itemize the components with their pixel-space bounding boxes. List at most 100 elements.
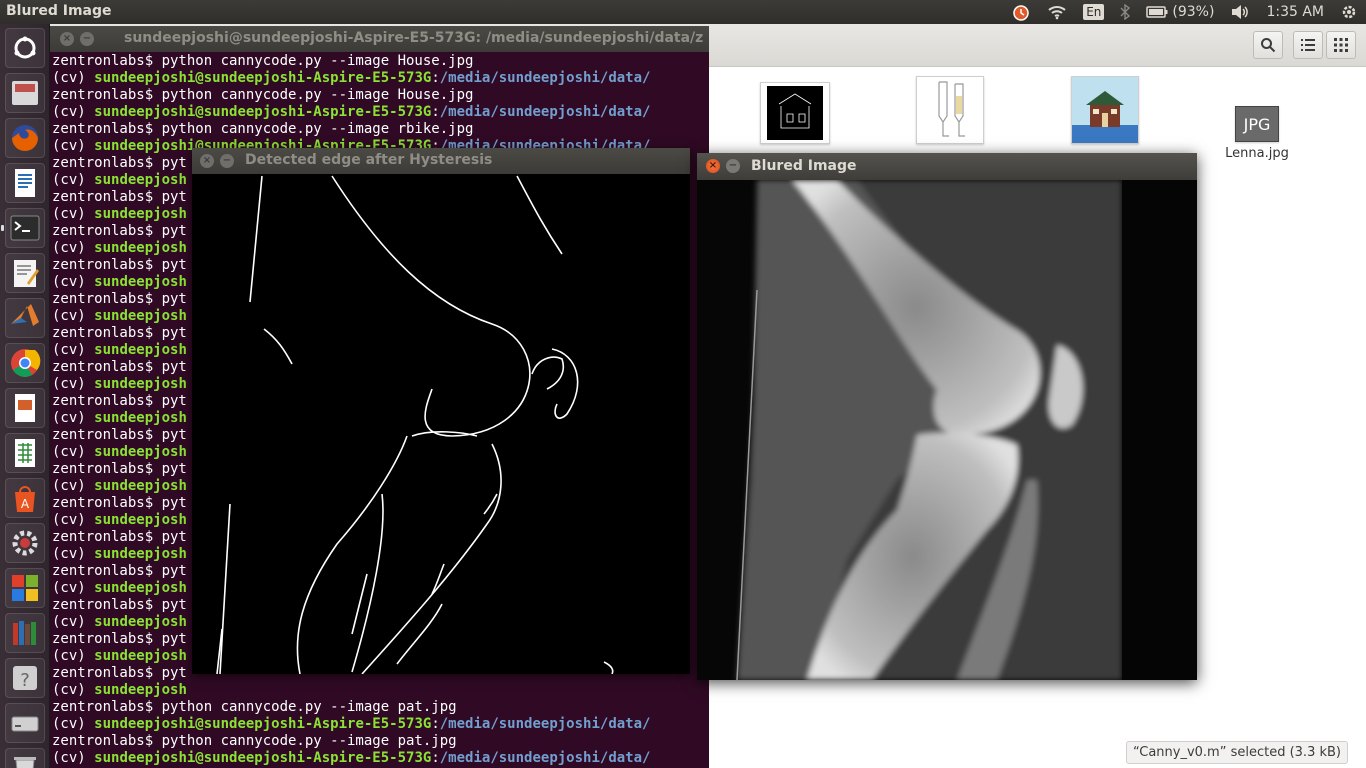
trash-icon — [14, 757, 36, 768]
battery-icon — [1146, 6, 1168, 18]
terminal-text: zentronlabs$ pyt — [52, 631, 187, 647]
terminal-text: (cv) — [52, 478, 95, 494]
file-item[interactable] — [750, 82, 840, 148]
library-icon — [13, 621, 36, 645]
top-panel: Blured Image En (93%) 1:35 AM — [0, 0, 1366, 24]
prompt-path: /media/sundeepjoshi/data/ — [439, 750, 651, 766]
edge-window-title: Detected edge after Hysteresis — [245, 152, 493, 168]
running-indicator — [1, 225, 4, 231]
terminal-line: (cv) sundeepjoshi@sundeepjoshi-Aspire-E5… — [52, 750, 707, 767]
launcher-item-firefox[interactable] — [5, 118, 45, 158]
file-item[interactable] — [905, 76, 995, 148]
file-manager-icon — [12, 81, 38, 105]
minimize-button[interactable]: − — [80, 32, 94, 46]
impress-icon — [15, 394, 35, 422]
terminal-text: (cv) — [52, 70, 95, 86]
prompt-user: sundeepjosh — [94, 444, 187, 460]
terminal-text: (cv) — [52, 716, 95, 732]
active-window-title: Blured Image — [6, 3, 112, 19]
terminal-line: zentronlabs$ python cannycode.py --image… — [52, 121, 707, 138]
list-view-button[interactable] — [1293, 31, 1323, 59]
terminal-text: : — [431, 750, 440, 766]
launcher-item-library[interactable] — [5, 613, 45, 653]
terminal-text: zentronlabs$ pyt — [52, 495, 187, 511]
terminal-text: zentronlabs$ pyt — [52, 563, 187, 579]
terminal-titlebar[interactable]: × − sundeepjoshi@sundeepjoshi-Aspire-E5-… — [50, 26, 709, 52]
close-button[interactable]: × — [200, 154, 214, 168]
launcher-item-windows[interactable] — [5, 568, 45, 608]
launcher-item-matlab[interactable] — [5, 298, 45, 338]
launcher-item-system-settings[interactable] — [5, 523, 45, 563]
launcher-item-software-center[interactable]: A — [5, 478, 45, 518]
terminal-text: zentronlabs$ pyt — [52, 359, 187, 375]
terminal-text: (cv) — [52, 682, 95, 698]
edge-lines — [216, 175, 614, 675]
launcher-item-writer[interactable] — [5, 163, 45, 203]
prompt-user: sundeepjosh — [94, 172, 187, 188]
terminal-line: (cv) sundeepjoshi@sundeepjoshi-Aspire-E5… — [52, 70, 707, 87]
grid-view-icon — [1334, 38, 1348, 52]
terminal-text: (cv) — [52, 512, 95, 528]
edge-window-titlebar[interactable]: × − Detected edge after Hysteresis — [192, 148, 690, 174]
jpg-file-icon: JPG — [1235, 106, 1279, 142]
minimize-button[interactable]: − — [726, 159, 740, 173]
terminal-text: zentronlabs$ pyt — [52, 461, 187, 477]
battery-indicator[interactable]: (93%) — [1146, 4, 1214, 20]
terminal-text: zentronlabs$ python cannycode.py --image… — [52, 53, 474, 69]
terminal-text: (cv) — [52, 376, 95, 392]
wifi-icon[interactable] — [1047, 4, 1067, 20]
terminal-text: (cv) — [52, 104, 95, 120]
terminal-text: : — [431, 104, 440, 120]
launcher-item-trash[interactable] — [5, 748, 45, 768]
alarm-clock-icon[interactable] — [1011, 2, 1031, 22]
drive-icon — [11, 716, 39, 732]
blurred-xray-image — [697, 180, 1197, 680]
terminal-line: zentronlabs$ python cannycode.py --image… — [52, 733, 707, 750]
file-item[interactable] — [1060, 76, 1150, 148]
clock[interactable]: 1:35 AM — [1266, 4, 1324, 20]
terminal-text: zentronlabs$ pyt — [52, 597, 187, 613]
terminal-line: (cv) sundeepjoshi@sundeepjoshi-Aspire-E5… — [52, 716, 707, 733]
terminal-text: zentronlabs$ python cannycode.py --image… — [52, 733, 457, 749]
terminal-line: zentronlabs$ python cannycode.py --image… — [52, 53, 707, 70]
terminal-text: zentronlabs$ python cannycode.py --image… — [52, 87, 474, 103]
volume-icon[interactable] — [1230, 4, 1250, 20]
house-thumbnail — [1071, 76, 1139, 144]
search-button[interactable] — [1253, 31, 1283, 59]
launcher-item-help[interactable]: ? — [5, 658, 45, 698]
launcher-item-chrome[interactable] — [5, 343, 45, 383]
prompt-path: /media/sundeepjoshi/data/ — [439, 716, 651, 732]
prompt-user: sundeepjosh — [94, 512, 187, 528]
keyboard-layout-indicator[interactable]: En — [1083, 4, 1105, 20]
prompt-user: sundeepjosh — [94, 342, 187, 358]
terminal-icon — [10, 215, 40, 241]
edge-image-window[interactable]: × − Detected edge after Hysteresis — [192, 148, 690, 675]
launcher-item-file-manager[interactable] — [5, 73, 45, 113]
launcher-item-text-editor[interactable] — [5, 253, 45, 293]
launcher-item-drive[interactable] — [5, 703, 45, 743]
bluetooth-icon[interactable] — [1120, 4, 1131, 20]
terminal-text: zentronlabs$ pyt — [52, 189, 187, 205]
terminal-line: (cv) sundeepjoshi@sundeepjoshi-Aspire-E5… — [52, 104, 707, 121]
grid-view-button[interactable] — [1326, 31, 1356, 59]
prompt-user: sundeepjosh — [94, 478, 187, 494]
terminal-line: zentronlabs$ python cannycode.py --image… — [52, 87, 707, 104]
file-item-lenna[interactable]: JPG Lenna.jpg — [1212, 106, 1302, 161]
prompt-user: sundeepjosh — [94, 308, 187, 324]
launcher-item-terminal[interactable] — [5, 208, 45, 248]
blurred-window-titlebar[interactable]: × − Blured Image — [697, 153, 1197, 180]
prompt-path: /media/sundeepjoshi/data/ — [439, 104, 651, 120]
minimize-button[interactable]: − — [220, 154, 234, 168]
launcher: A? — [0, 24, 50, 768]
launcher-item-impress[interactable] — [5, 388, 45, 428]
terminal-text: zentronlabs$ pyt — [52, 257, 187, 273]
gear-icon[interactable] — [1340, 3, 1358, 21]
launcher-item-dash-home[interactable] — [5, 28, 45, 68]
close-button[interactable]: × — [706, 159, 720, 173]
indicator-area: En (93%) 1:35 AM — [1003, 0, 1366, 24]
blurred-image-window[interactable]: × − Blured Image — [697, 153, 1197, 680]
terminal-text: zentronlabs$ pyt — [52, 393, 187, 409]
prompt-user: sundeepjoshi@sundeepjoshi-Aspire-E5-573G — [94, 104, 432, 120]
launcher-item-calc[interactable] — [5, 433, 45, 473]
close-button[interactable]: × — [60, 32, 74, 46]
